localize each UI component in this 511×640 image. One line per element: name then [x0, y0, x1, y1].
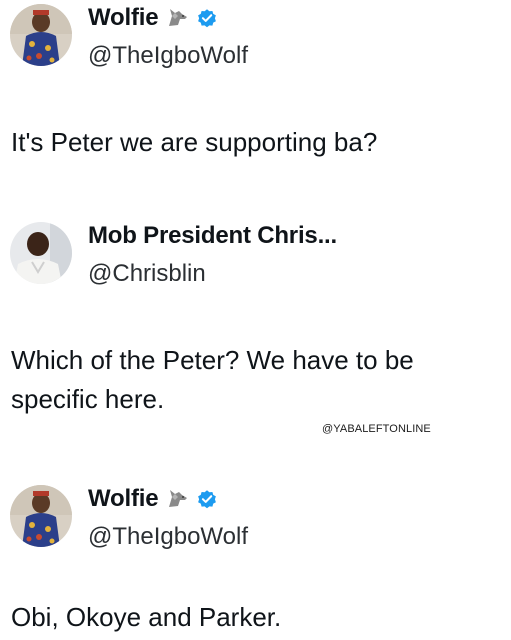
handle[interactable]: @TheIgboWolf — [88, 523, 248, 551]
wolf-emoji-icon — [169, 490, 188, 507]
tweet-text: Obi, Okoye and Parker. — [11, 602, 282, 632]
verified-badge-icon — [198, 490, 217, 509]
tweet-text: It's Peter we are supporting ba? — [11, 127, 378, 157]
watermark: @YABALEFTONLINE — [322, 423, 431, 435]
avatar[interactable] — [10, 4, 72, 66]
avatar[interactable] — [10, 222, 72, 284]
avatar[interactable] — [10, 485, 72, 547]
display-name[interactable]: Mob President Chris... — [88, 222, 337, 250]
handle[interactable]: @Chrisblin — [88, 260, 337, 288]
tweet-text-line-2: specific here. — [11, 384, 165, 414]
tweet-text-line-1: Which of the Peter? We have to be — [11, 345, 414, 375]
verified-badge-icon — [198, 9, 217, 28]
display-name[interactable]: Wolfie — [88, 485, 159, 513]
handle[interactable]: @TheIgboWolf — [88, 42, 248, 70]
wolf-emoji-icon — [169, 9, 188, 26]
display-name[interactable]: Wolfie — [88, 4, 159, 32]
